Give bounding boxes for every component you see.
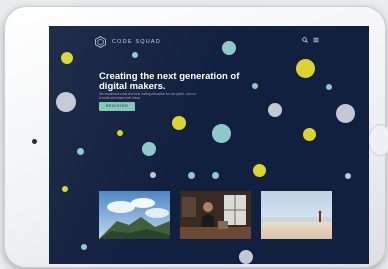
- mountain-photo[interactable]: [99, 191, 170, 239]
- hero-title: Creating the next generation of digital …: [99, 71, 240, 92]
- decor-dot: [142, 142, 156, 156]
- decor-dot: [188, 172, 195, 179]
- photo-gallery: [99, 191, 332, 239]
- tablet-device: CODE SQUAD Creating the next generation …: [4, 6, 388, 268]
- decor-dot: [253, 164, 266, 177]
- decor-dot: [222, 41, 236, 55]
- decor-dot: [239, 250, 253, 264]
- decor-dot: [172, 116, 186, 130]
- header-nav: [302, 37, 319, 43]
- decor-dot: [132, 52, 138, 58]
- decor-dot: [62, 186, 68, 192]
- search-icon[interactable]: [302, 37, 308, 43]
- workshop-image: [180, 191, 251, 239]
- home-button[interactable]: [368, 124, 388, 156]
- brand-logo[interactable]: CODE SQUAD: [95, 36, 161, 48]
- decor-dot: [81, 244, 87, 250]
- decor-dot: [77, 148, 84, 155]
- decor-dot: [326, 84, 332, 90]
- decor-dot: [303, 128, 316, 141]
- decor-dot: [61, 52, 73, 64]
- decor-dot: [212, 124, 231, 143]
- decor-dot: [117, 130, 123, 136]
- decor-dot: [56, 92, 76, 112]
- beach-photo[interactable]: [261, 191, 332, 239]
- decor-dot: [150, 172, 156, 178]
- hexagon-logo-icon: [95, 36, 106, 48]
- hero-subtitle: We modernize mind and new coding educati…: [99, 92, 196, 100]
- decor-dot: [336, 104, 355, 123]
- decor-dot: [345, 173, 351, 179]
- decor-dot: [268, 103, 282, 117]
- decor-dot: [296, 59, 315, 78]
- decor-dot: [212, 172, 219, 179]
- register-button[interactable]: REGISTER: [99, 102, 135, 111]
- brand-name: CODE SQUAD: [112, 39, 161, 45]
- beach-image: [261, 191, 332, 239]
- workshop-photo[interactable]: [180, 191, 251, 239]
- website-screen: CODE SQUAD Creating the next generation …: [49, 26, 369, 264]
- menu-icon[interactable]: [313, 37, 319, 43]
- mountain-image: [99, 191, 170, 239]
- camera-icon: [32, 139, 37, 144]
